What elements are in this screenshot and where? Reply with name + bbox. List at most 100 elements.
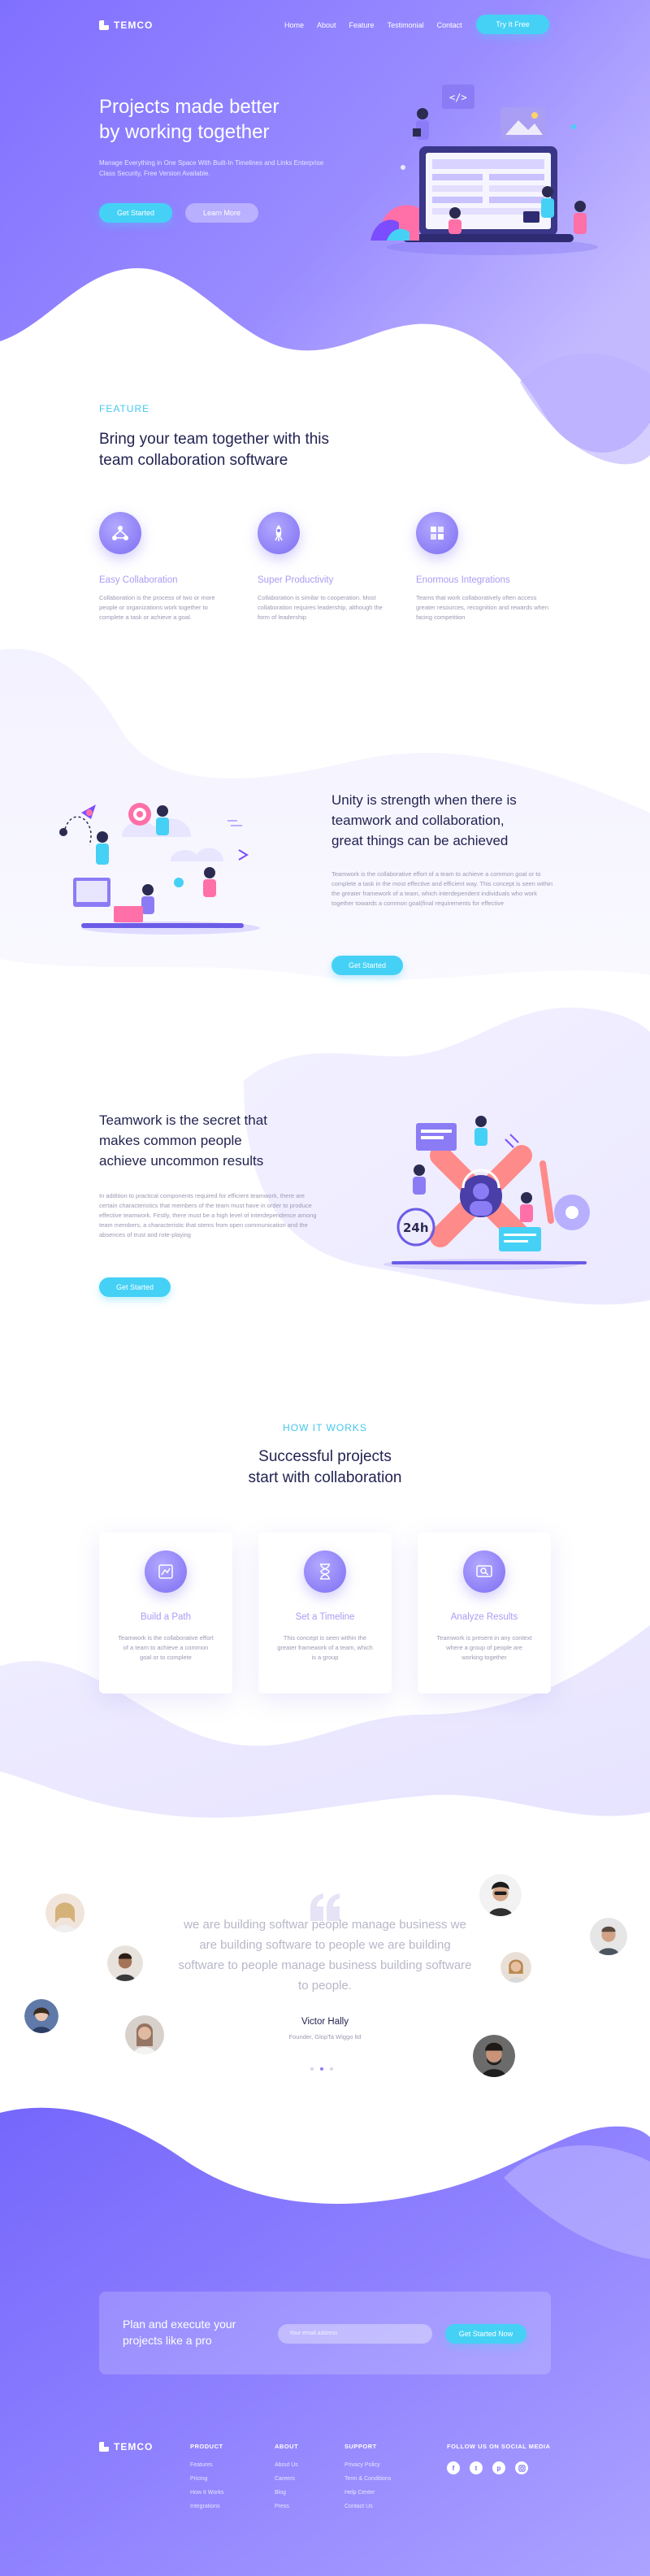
feature-text: Teams that work collaboratively often ac…: [416, 594, 549, 621]
how-card-text: Teamwork is the collaborative effort of …: [118, 1634, 214, 1661]
avatar[interactable]: [590, 1918, 627, 1955]
testimonial-role: Founder, GlopTa Wiggo ltd: [288, 2033, 362, 2040]
footer-column-product: PRODUCT Features Pricing How It Works In…: [190, 2443, 224, 2513]
facebook-icon[interactable]: f: [447, 2461, 460, 2474]
feature-item-super-productivity: Super Productivity Collaboration is simi…: [258, 512, 396, 634]
hourglass-icon: [304, 1550, 346, 1593]
svg-text:24h: 24h: [403, 1221, 429, 1235]
feature-text: Collaboration is the process of two or m…: [99, 594, 215, 621]
get-started-now-button[interactable]: Get Started Now: [445, 2324, 526, 2344]
footer-link[interactable]: Blog: [275, 2486, 298, 2500]
secret-heading-line-1: Teamwork is the secret that: [99, 1112, 267, 1128]
avatar[interactable]: [24, 1999, 58, 2033]
nav-feature[interactable]: Feature: [349, 21, 375, 29]
feature-eyebrow: FEATURE: [99, 403, 150, 414]
testimonial-name: Victor Hally: [301, 2017, 349, 2027]
get-started-button[interactable]: Get Started: [99, 203, 172, 223]
footer-link[interactable]: Term & Conditions: [344, 2472, 391, 2486]
main-nav: Home About Feature Testimonial Contact: [284, 21, 462, 29]
pagination-dot[interactable]: [330, 2067, 333, 2071]
footer-heading: SUPPORT: [344, 2443, 377, 2450]
footer-heading: PRODUCT: [190, 2443, 223, 2450]
unity-get-started-button[interactable]: Get Started: [332, 956, 403, 975]
feature-title: Enormous Integrations: [416, 575, 510, 585]
footer-link[interactable]: Contact Us: [344, 2500, 391, 2513]
avatar[interactable]: [46, 1893, 84, 1932]
footer-logo-text: TEMCO: [114, 2441, 154, 2452]
pagination-dot-active[interactable]: [320, 2067, 323, 2071]
logo-icon: [99, 2442, 109, 2452]
footer-link[interactable]: Features: [190, 2458, 224, 2472]
avatar[interactable]: [125, 2015, 164, 2054]
puzzle-icon: [416, 512, 458, 554]
teamwork-illustration: 24h: [384, 1116, 590, 1270]
feature-text: Collaboration is similar to cooperation.…: [258, 594, 383, 621]
how-card-title: Analyze Results: [450, 1612, 518, 1622]
path-icon: [145, 1550, 187, 1593]
avatar[interactable]: [479, 1874, 522, 1916]
unity-heading-line-1: Unity is strength when there is: [332, 792, 517, 808]
avatar[interactable]: [473, 2035, 515, 2077]
twitter-icon[interactable]: t: [470, 2461, 483, 2474]
secret-heading-line-2: makes common people: [99, 1133, 242, 1148]
how-card-title: Set a Timeline: [295, 1612, 355, 1622]
pagination-dot[interactable]: [310, 2067, 314, 2071]
cta-title: Plan and execute your projects like a pr…: [123, 2316, 269, 2348]
feature-item-enormous-integrations: Enormous Integrations Teams that work co…: [416, 512, 554, 634]
how-card-build-a-path: Build a Path Teamwork is the collaborati…: [99, 1533, 232, 1693]
feature-heading-line-1: Bring your team together with this: [99, 431, 330, 448]
hero-title-line-1: Projects made better: [99, 96, 280, 118]
footer-link[interactable]: Privacy Policy: [344, 2458, 391, 2472]
avatar[interactable]: [500, 1952, 531, 1983]
footer-link[interactable]: Press: [275, 2500, 298, 2513]
footer-link[interactable]: Help Center: [344, 2486, 391, 2500]
logo-text: TEMCO: [114, 20, 154, 31]
how-card-set-a-timeline: Set a Timeline This concept is seen with…: [258, 1533, 392, 1693]
nav-home[interactable]: Home: [284, 21, 304, 29]
how-heading-line-1: Successful projects: [258, 1448, 392, 1465]
how-card-analyze-results: Analyze Results Teamwork is present in a…: [418, 1533, 551, 1693]
hero-illustration: </>: [370, 85, 598, 255]
feature-title: Easy Collaboration: [99, 575, 178, 585]
hero-title: Projects made better by working together: [99, 94, 343, 145]
cta-title-line-2: projects like a pro: [123, 2334, 212, 2347]
feature-title: Super Productivity: [258, 575, 334, 585]
footer-link[interactable]: Careers: [275, 2472, 298, 2486]
network-icon: [99, 512, 141, 554]
footer-link[interactable]: About Us: [275, 2458, 298, 2472]
analytics-icon: [463, 1550, 505, 1593]
try-free-button[interactable]: Try It Free: [476, 15, 549, 34]
rocket-icon: [258, 512, 300, 554]
secret-text: In addition to practical components requ…: [99, 1192, 317, 1238]
avatar[interactable]: [107, 1945, 143, 1981]
footer-logo[interactable]: TEMCO: [99, 2441, 153, 2452]
footer-column-support: SUPPORT Privacy Policy Term & Conditions…: [344, 2443, 391, 2513]
nav-contact[interactable]: Contact: [437, 21, 462, 29]
instagram-icon[interactable]: [515, 2461, 528, 2474]
footer-column-about: ABOUT About Us Careers Blog Press: [275, 2443, 298, 2513]
email-input[interactable]: Your email address: [278, 2324, 432, 2344]
feature-heading-line-2: team collaboration software: [99, 452, 288, 469]
how-heading-line-2: start with collaboration: [248, 1469, 402, 1486]
footer-social: FOLLOW US ON SOCIAL MEDIA f t p: [447, 2443, 550, 2474]
feature-heading: Bring your team together with this team …: [99, 429, 424, 471]
secret-heading: Teamwork is the secret that makes common…: [99, 1110, 335, 1171]
unity-text: Teamwork is the collaborative effort of …: [332, 870, 553, 907]
cta-title-line-1: Plan and execute your: [123, 2318, 236, 2331]
learn-more-button[interactable]: Learn More: [185, 203, 258, 223]
footer-link[interactable]: How It Works: [190, 2486, 224, 2500]
footer-link[interactable]: Pricing: [190, 2472, 224, 2486]
testimonial-pagination: [310, 2067, 333, 2071]
footer-link[interactable]: Integrations: [190, 2500, 224, 2513]
secret-get-started-button[interactable]: Get Started: [99, 1277, 171, 1297]
unity-heading-line-3: great things can be achieved: [332, 833, 509, 848]
testimonial-quote: we are building softwar people manage bu…: [178, 1918, 472, 1993]
brand-logo[interactable]: TEMCO: [99, 20, 153, 31]
pinterest-icon[interactable]: p: [492, 2461, 505, 2474]
nav-testimonial[interactable]: Testimonial: [388, 21, 424, 29]
nav-about[interactable]: About: [317, 21, 336, 29]
unity-illustration: [59, 803, 260, 935]
secret-heading-line-3: achieve uncommon results: [99, 1153, 264, 1169]
how-heading: Successful projects start with collabora…: [0, 1446, 650, 1489]
how-card-text: This concept is seen within the greater …: [277, 1634, 373, 1661]
